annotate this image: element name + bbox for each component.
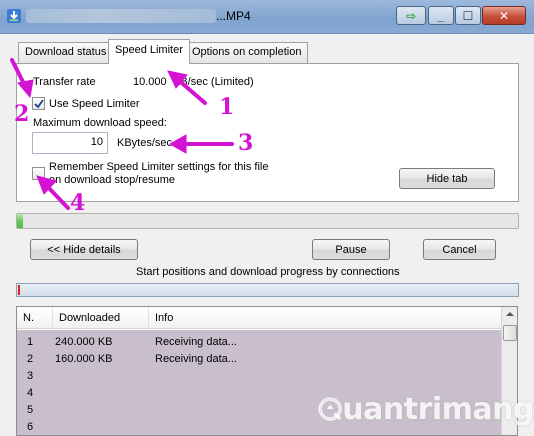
watermark: uantrimang [318,382,534,436]
connections-progress-bar [16,283,519,297]
scroll-thumb[interactable] [503,325,517,341]
annotation-number-3: 3 [238,130,254,156]
table-row[interactable]: 1 240.000 KB Receiving data... [17,334,501,351]
overall-progress-fill [17,214,23,228]
title-bar[interactable]: ...MP4 ⇨ _ ☐ ✕ [0,0,534,34]
scroll-up-icon[interactable] [506,312,514,316]
q-logo-icon [318,397,342,421]
cell-n: 2 [27,353,34,365]
idm-app-icon [7,9,21,23]
transfer-rate-unit: KB/sec (Limited) [173,76,254,88]
column-label: N. [23,312,34,324]
column-label: Downloaded [59,312,121,324]
use-speed-limiter-checkbox[interactable] [32,97,45,110]
cell-n: 1 [27,336,34,348]
cell-n: 5 [27,404,34,416]
window-title: ...MP4 [216,9,251,23]
table-row[interactable]: 2 160.000 KB Receiving data... [17,351,501,368]
watermark-text: uantrimang [342,391,534,427]
transfer-rate-value: 10.000 [133,76,167,88]
transfer-rate-label: Transfer rate [33,76,96,88]
annotation-number-2: 2 [14,101,30,127]
maximize-icon: ☐ [462,8,474,23]
close-button[interactable]: ✕ [482,6,526,25]
tab-label: Download status [25,46,107,58]
use-speed-limiter-label: Use Speed Limiter [49,98,140,110]
annotation-number-4: 4 [70,190,86,216]
close-icon: ✕ [498,8,510,23]
tab-download-status[interactable]: Download status [18,42,114,63]
blurred-title [26,9,216,23]
overall-progress-bar [16,213,519,229]
to-tray-button[interactable]: ⇨ [396,6,426,25]
cell-n: 4 [27,387,34,399]
remember-settings-checkbox[interactable] [32,167,45,180]
cell-n: 3 [27,370,34,382]
column-label: Info [155,312,174,324]
max-speed-value: 10 [90,136,103,148]
checkmark-icon [33,98,44,108]
cancel-button[interactable]: Cancel [423,239,496,260]
tab-options-on-completion[interactable]: Options on completion [185,42,309,63]
connection-marker [18,285,20,295]
minimize-icon: _ [437,8,445,23]
arrow-right-icon: ⇨ [405,8,417,23]
max-speed-input[interactable]: 10 [32,132,108,154]
maximize-button[interactable]: ☐ [455,6,481,25]
max-speed-label: Maximum download speed: [33,117,167,129]
annotation-number-1: 1 [219,94,235,120]
tab-label: Speed Limiter [115,44,183,56]
column-header-downloaded[interactable]: Downloaded [53,307,149,329]
tab-label: Options on completion [192,46,302,58]
connections-caption: Start positions and download progress by… [136,266,400,278]
table-header: N. Downloaded Info [17,307,501,329]
hide-tab-button[interactable]: Hide tab [399,168,495,189]
column-header-n[interactable]: N. [17,307,53,329]
max-speed-unit: KBytes/sec [117,137,173,149]
minimize-button[interactable]: _ [428,6,454,25]
cell-downloaded: 160.000 KB [55,353,113,365]
hide-details-button[interactable]: << Hide details [30,239,138,260]
cell-info: Receiving data... [155,353,237,365]
tab-speed-limiter[interactable]: Speed Limiter [108,39,190,64]
pause-button[interactable]: Pause [312,239,390,260]
remember-settings-label-line1: Remember Speed Limiter settings for this… [49,161,269,173]
remember-settings-label-line2: on download stop/resume [49,174,175,186]
cell-info: Receiving data... [155,336,237,348]
column-header-info[interactable]: Info [149,307,501,329]
cell-n: 6 [27,421,34,433]
speed-limiter-panel: Transfer rate 10.000 KB/sec (Limited) Us… [16,63,519,202]
cell-downloaded: 240.000 KB [55,336,113,348]
